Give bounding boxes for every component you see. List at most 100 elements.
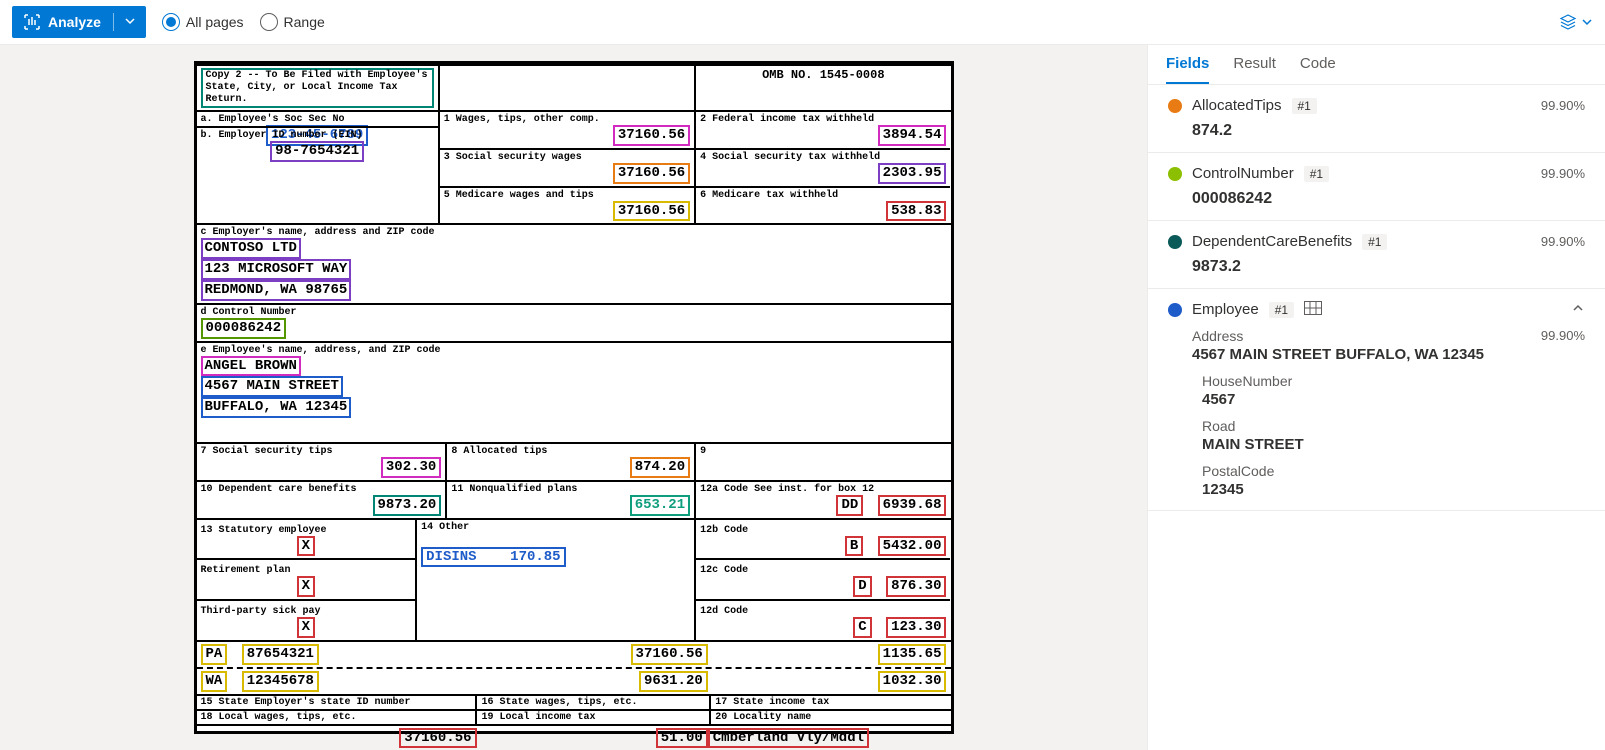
employer-addr1: 123 MICROSOFT WAY [201, 259, 352, 280]
box13-retirement-label: Retirement plan [201, 565, 291, 576]
loc1-wages: 37160.56 [399, 728, 476, 749]
state1-code: PA [201, 644, 228, 665]
state1-tax: 1135.65 [878, 644, 947, 665]
field-value: 874.2 [1192, 122, 1585, 140]
box3-value: 37160.56 [613, 163, 690, 184]
subfield-house-label: HouseNumber [1202, 373, 1585, 389]
tab-code[interactable]: Code [1300, 45, 1336, 84]
box12d-code: C [853, 617, 871, 638]
box1-value: 37160.56 [613, 125, 690, 146]
ein-value: 98-7654321 [270, 141, 364, 162]
box12a-label: 12a Code See inst. for box 12 [700, 484, 946, 495]
radio-all-pages[interactable]: All pages [162, 13, 244, 31]
field-control-number[interactable]: ControlNumber #1 99.90% 000086242 [1148, 153, 1605, 221]
results-panel: Fields Result Code AllocatedTips #1 99.9… [1147, 45, 1605, 750]
radio-checked-icon [162, 13, 180, 31]
radio-all-pages-label: All pages [186, 14, 244, 30]
box16-label: 16 State wages, tips, etc. [475, 696, 709, 709]
field-name: AllocatedTips [1192, 97, 1282, 114]
field-allocated-tips[interactable]: AllocatedTips #1 99.90% 874.2 [1148, 85, 1605, 153]
subfield-address-value: 4567 MAIN STREET BUFFALO, WA 12345 [1192, 346, 1585, 363]
box13-retirement-x: X [297, 576, 315, 597]
subfield-address-label: Address [1192, 328, 1243, 344]
box12b-code: B [845, 536, 863, 557]
collapse-toggle[interactable] [1571, 301, 1585, 318]
box6-value: 538.83 [886, 201, 946, 222]
state2-id: 12345678 [242, 671, 319, 692]
box12c-value: 876.30 [886, 576, 946, 597]
fields-list[interactable]: AllocatedTips #1 99.90% 874.2 ControlNum… [1148, 85, 1605, 750]
analyze-label: Analyze [48, 14, 101, 30]
field-value: 9873.2 [1192, 258, 1585, 276]
box9-label: 9 [700, 446, 946, 457]
field-name: Employee [1192, 301, 1259, 318]
chevron-up-icon [1571, 301, 1585, 315]
employee-addr2: BUFFALO, WA 12345 [201, 397, 352, 418]
box17-label: 17 State income tax [709, 696, 950, 709]
toolbar: Analyze All pages Range [0, 0, 1605, 45]
box14-label: 14 Other [421, 522, 690, 533]
field-badge: #1 [1292, 98, 1317, 114]
state2-code: WA [201, 671, 228, 692]
field-name: ControlNumber [1192, 165, 1294, 182]
radio-range-label: Range [284, 14, 325, 30]
box19-label: 19 Local income tax [475, 711, 709, 724]
subfield-road-value: MAIN STREET [1202, 436, 1585, 453]
tab-fields[interactable]: Fields [1166, 45, 1209, 84]
box10-value: 9873.20 [373, 495, 442, 516]
field-color-dot [1168, 167, 1182, 181]
tab-result[interactable]: Result [1233, 45, 1276, 84]
box20-label: 20 Locality name [709, 711, 950, 724]
box8-label: 8 Allocated tips [451, 446, 690, 457]
employee-label: e Employee's name, address, and ZIP code [201, 345, 947, 356]
employer-addr2: REDMOND, WA 98765 [201, 280, 352, 301]
field-color-dot [1168, 303, 1182, 317]
subfield-postal-value: 12345 [1202, 481, 1585, 498]
field-dependent-care[interactable]: DependentCareBenefits #1 99.90% 9873.2 [1148, 221, 1605, 289]
employer-label: c Employer's name, address and ZIP code [201, 227, 947, 238]
box12a-code: DD [836, 495, 863, 516]
box6-label: 6 Medicare tax withheld [700, 190, 946, 201]
analyze-icon [24, 14, 40, 30]
box11-label: 11 Nonqualified plans [451, 484, 690, 495]
analyze-button[interactable]: Analyze [12, 6, 146, 38]
radio-unchecked-icon [260, 13, 278, 31]
control-value: 000086242 [201, 318, 287, 339]
employee-addr1: 4567 MAIN STREET [201, 376, 343, 397]
field-employee[interactable]: Employee #1 Address99.90% 4567 MAIN STRE… [1148, 289, 1605, 511]
loc1-tax: 51.00 [656, 728, 708, 749]
box2-label: 2 Federal income tax withheld [700, 114, 946, 125]
field-confidence: 99.90% [1541, 234, 1585, 249]
field-badge: #1 [1304, 166, 1329, 182]
loc1-name: Cmberland Vly/Mddl [708, 728, 869, 749]
subfield-postal-label: PostalCode [1202, 463, 1585, 479]
omb-number: OMB NO. 1545-0008 [694, 66, 950, 110]
field-badge: #1 [1362, 234, 1387, 250]
box13-sickpay-x: X [297, 617, 315, 638]
subfield-house-value: 4567 [1202, 391, 1585, 408]
state1-wages: 37160.56 [631, 644, 708, 665]
analyze-dropdown[interactable] [114, 15, 146, 30]
layers-icon [1559, 13, 1577, 31]
radio-range[interactable]: Range [260, 13, 325, 31]
box11-value: 653.21 [630, 495, 690, 516]
box1-label: 1 Wages, tips, other comp. [444, 114, 690, 125]
employee-name: ANGEL BROWN [201, 356, 301, 377]
box15-label: 15 State Employer's state ID number [197, 696, 476, 709]
table-icon[interactable] [1304, 301, 1322, 318]
ein-label: b. Employer ID number (EIN) [201, 130, 434, 141]
box7-value: 302.30 [381, 457, 441, 478]
box4-value: 2303.95 [878, 163, 947, 184]
control-label: d Control Number [201, 307, 947, 318]
chevron-down-icon [124, 15, 136, 27]
field-badge: #1 [1269, 302, 1294, 318]
box5-label: 5 Medicare wages and tips [444, 190, 690, 201]
box12c-code: D [853, 576, 871, 597]
document-viewer[interactable]: Copy 2 -- To Be Filed with Employee's St… [0, 45, 1147, 750]
box5-value: 37160.56 [613, 201, 690, 222]
field-value: 000086242 [1192, 190, 1585, 208]
layers-dropdown[interactable] [1559, 13, 1593, 31]
ssn-label: a. Employee's Soc Sec No [201, 114, 434, 125]
box14-value: DISINS 170.85 [421, 547, 565, 568]
box12d-label: 12d Code [700, 606, 748, 617]
